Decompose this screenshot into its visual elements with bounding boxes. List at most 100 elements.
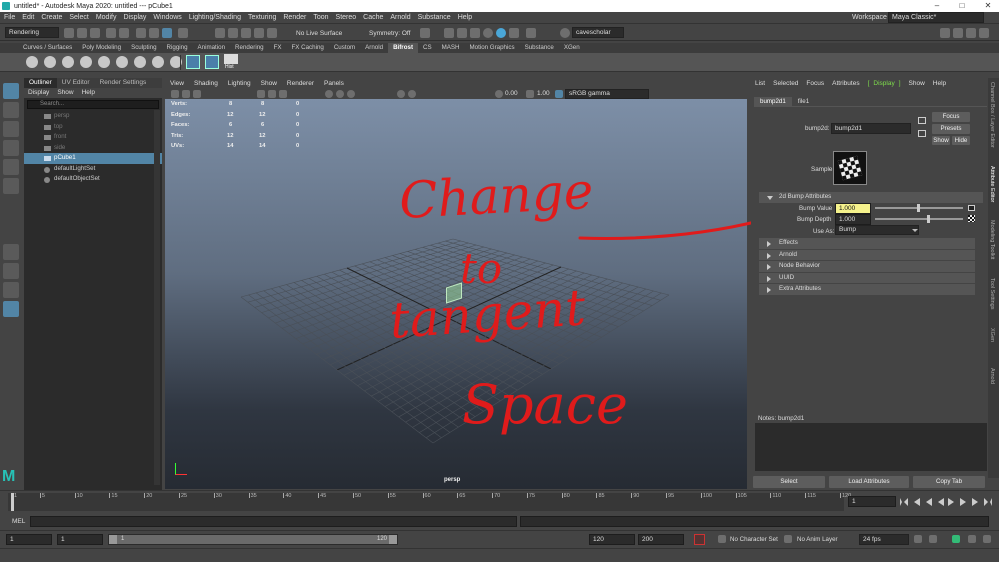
maximize-icon[interactable]: □ — [953, 0, 971, 12]
close-icon[interactable]: ✕ — [979, 0, 997, 12]
hide-button[interactable]: Hide — [952, 136, 970, 145]
section-extra-attributes[interactable]: Extra Attributes — [759, 284, 975, 295]
outliner-item-persp[interactable]: persp — [24, 111, 162, 122]
range-start-handle[interactable] — [109, 535, 117, 544]
select-hierarchy-icon[interactable] — [136, 28, 146, 38]
shelf-tab-curves-surfaces[interactable]: Curves / Surfaces — [18, 43, 77, 53]
play-backwards-icon[interactable] — [936, 497, 944, 506]
tab-render-settings[interactable]: Render Settings — [95, 78, 152, 88]
viewport-menu-panels[interactable]: Panels — [319, 79, 349, 89]
exposure-value[interactable]: 0.00 — [505, 90, 518, 97]
snap-grid-icon[interactable] — [215, 28, 225, 38]
menu-stereo[interactable]: Stereo — [336, 14, 357, 21]
viewport-menu-show[interactable]: Show — [256, 79, 282, 89]
shelf-tab-rigging[interactable]: Rigging — [162, 43, 193, 53]
outliner-item-top[interactable]: top — [24, 122, 162, 133]
menu-help[interactable]: Help — [458, 14, 472, 21]
bookmark-icon[interactable] — [182, 90, 190, 98]
playback-end-field[interactable]: 120 — [589, 534, 635, 545]
bifrost-accelerator-icon[interactable] — [98, 56, 110, 68]
animation-end-field[interactable]: 200 — [638, 534, 684, 545]
side-tab-tool-settings[interactable]: Tool Settings — [989, 278, 995, 310]
tab-uv-editor[interactable]: UV Editor — [57, 78, 95, 88]
anim-layer-label[interactable]: No Anim Layer — [797, 536, 838, 543]
smooth-shade-icon[interactable] — [279, 90, 287, 98]
bump-value-field[interactable]: 1.000 — [835, 203, 871, 214]
section-arnold[interactable]: Arnold — [759, 249, 975, 260]
outliner-scrollbar[interactable] — [154, 110, 160, 485]
menu-display[interactable]: Display — [123, 14, 146, 21]
gamma-value[interactable]: 1.00 — [537, 90, 550, 97]
render-settings-icon[interactable] — [470, 28, 480, 38]
hypershade-icon[interactable] — [483, 28, 493, 38]
hist-icon[interactable] — [224, 54, 238, 64]
color-management-icon[interactable] — [555, 90, 563, 98]
menu-lighting-shading[interactable]: Lighting/Shading — [189, 14, 241, 21]
shelf-tab-animation[interactable]: Animation — [193, 43, 231, 53]
bifrost-liquid-icon[interactable] — [26, 56, 38, 68]
slider-handle[interactable] — [917, 204, 920, 212]
ae-menu-show[interactable]: Show — [905, 78, 929, 89]
scale-tool-icon[interactable] — [3, 178, 19, 194]
shelf-tab-motion-graphics[interactable]: Motion Graphics — [465, 43, 520, 53]
animation-start-field[interactable]: 1 — [6, 534, 52, 545]
minimize-icon[interactable]: – — [928, 0, 946, 12]
wireframe-icon[interactable] — [268, 90, 276, 98]
range-bar[interactable]: 1 120 — [108, 534, 398, 545]
menu-toon[interactable]: Toon — [313, 14, 328, 21]
isolate-select-icon[interactable] — [397, 90, 405, 98]
new-scene-icon[interactable] — [64, 28, 74, 38]
command-input[interactable] — [30, 516, 517, 527]
side-tab-arnold[interactable]: Arnold — [989, 368, 995, 384]
section-node-behavior[interactable]: Node Behavior — [759, 261, 975, 272]
playback-start-field[interactable]: 1 — [57, 534, 103, 545]
textured-icon[interactable] — [325, 90, 333, 98]
lights-icon[interactable] — [336, 90, 344, 98]
shelf-tab-substance[interactable]: Substance — [520, 43, 559, 53]
render-frame-icon[interactable] — [444, 28, 454, 38]
outliner-item-default-object-set[interactable]: defaultObjectSet — [24, 174, 162, 185]
slider-handle[interactable] — [927, 215, 930, 223]
step-back-key-icon[interactable] — [924, 497, 932, 506]
shelf-tab-custom[interactable]: Custom — [329, 43, 360, 53]
bifrost-foam-icon[interactable] — [134, 56, 146, 68]
menu-render[interactable]: Render — [283, 14, 306, 21]
pause-icon[interactable] — [526, 28, 536, 38]
shadows-icon[interactable] — [347, 90, 355, 98]
snap-surface-icon[interactable] — [267, 28, 277, 38]
ae-menu-display[interactable]: [Display] — [864, 78, 905, 89]
range-end-handle[interactable] — [389, 535, 397, 544]
panel-layout-icon[interactable] — [940, 28, 950, 38]
bump-depth-slider[interactable] — [875, 215, 963, 223]
ae-menu-focus[interactable]: Focus — [802, 78, 828, 89]
viewport-menu-lighting[interactable]: Lighting — [223, 79, 256, 89]
side-tab-channel-box[interactable]: Channel Box / Layer Editor — [989, 82, 995, 148]
outliner-search-input[interactable]: Search... — [27, 100, 159, 109]
shelf-tab-poly-modeling[interactable]: Poly Modeling — [77, 43, 126, 53]
ae-node-name-field[interactable]: bump2d1 — [831, 123, 911, 134]
mel-label[interactable]: MEL — [12, 518, 25, 525]
side-tab-xgen[interactable]: XGen — [989, 328, 995, 342]
menu-cache[interactable]: Cache — [363, 14, 383, 21]
presets-button[interactable]: Presets — [932, 124, 970, 134]
snap-view-icon[interactable] — [254, 28, 264, 38]
outliner-menu-help[interactable]: Help — [78, 88, 99, 98]
anim-preferences-icon[interactable] — [968, 535, 976, 543]
outliner-item-front[interactable]: front — [24, 132, 162, 143]
workspace-dropdown[interactable]: Maya Classic* — [888, 12, 984, 23]
tool-settings-toggle-icon[interactable] — [979, 28, 989, 38]
lasso-tool-icon[interactable] — [3, 102, 19, 118]
shelf-tab-fx-caching[interactable]: FX Caching — [287, 43, 329, 53]
xray-icon[interactable] — [408, 90, 416, 98]
outliner-menu-show[interactable]: Show — [53, 88, 77, 98]
menu-modify[interactable]: Modify — [96, 14, 117, 21]
step-forward-key-icon[interactable] — [960, 497, 968, 506]
menu-select[interactable]: Select — [69, 14, 88, 21]
channel-box-toggle-icon[interactable] — [953, 28, 963, 38]
menu-substance[interactable]: Substance — [418, 14, 451, 21]
image-plane-icon[interactable] — [193, 90, 201, 98]
live-surface-label[interactable]: No Live Surface — [296, 30, 342, 37]
undo-icon[interactable] — [106, 28, 116, 38]
loop-icon[interactable] — [914, 535, 922, 543]
output-connection-icon[interactable] — [918, 130, 926, 137]
